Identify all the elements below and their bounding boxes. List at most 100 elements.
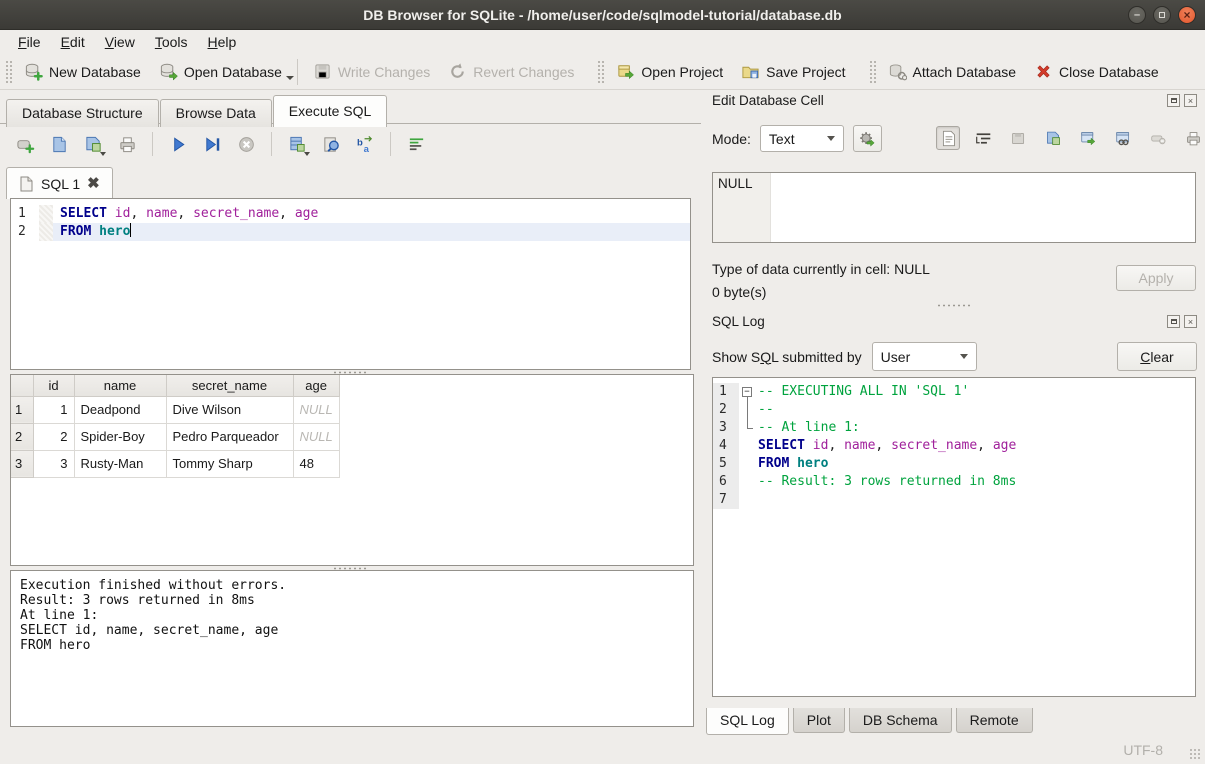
tab-execute-sql[interactable]: Execute SQL — [273, 95, 388, 127]
save-file-icon — [84, 135, 103, 154]
column-header-secret-name[interactable]: secret_name — [166, 375, 293, 396]
chevron-down-icon — [960, 354, 968, 359]
toolbar-grip[interactable] — [597, 60, 604, 84]
fold-collapse-icon[interactable]: − — [742, 387, 752, 397]
new-database-button[interactable]: New Database — [15, 58, 150, 85]
float-panel-icon[interactable] — [1167, 315, 1180, 328]
window-title: DB Browser for SQLite - /home/user/code/… — [363, 7, 841, 23]
close-tab-icon[interactable]: ✖ — [87, 176, 100, 191]
open-database-icon — [159, 62, 178, 81]
revert-changes-icon — [448, 62, 467, 81]
editor-line: 1SELECT id, name, secret_name, age — [11, 205, 690, 223]
menu-file[interactable]: File — [8, 32, 51, 52]
save-project-button[interactable]: Save Project — [732, 58, 854, 85]
log-filter-label: Show SQL submitted by — [712, 349, 862, 365]
encoding-indicator[interactable]: UTF-8 — [1123, 742, 1163, 758]
open-sql-file-button[interactable] — [48, 133, 70, 155]
open-project-button[interactable]: Open Project — [607, 58, 732, 85]
titlebar[interactable]: DB Browser for SQLite - /home/user/code/… — [0, 0, 1205, 30]
column-header-name[interactable]: name — [74, 375, 166, 396]
sql-editor[interactable]: 1SELECT id, name, secret_name, age2FROM … — [10, 198, 691, 370]
tab-browse-data[interactable]: Browse Data — [160, 99, 272, 127]
sql-log-view[interactable]: 1−-- EXECUTING ALL IN 'SQL 1'2--3-- At l… — [712, 377, 1196, 697]
mode-select[interactable]: Text — [760, 125, 844, 152]
row-header[interactable]: 3 — [11, 450, 33, 477]
menu-help[interactable]: Help — [198, 32, 247, 52]
maximize-button[interactable] — [1153, 6, 1171, 24]
sql-document-tab[interactable]: SQL 1 ✖ — [6, 167, 113, 199]
results-grid[interactable]: idnamesecret_nameage11DeadpondDive Wilso… — [10, 374, 694, 566]
open-database-button[interactable]: Open Database — [150, 58, 291, 85]
cell[interactable]: Tommy Sharp — [166, 450, 293, 477]
corner-header[interactable] — [11, 375, 33, 396]
write-changes-button: Write Changes — [304, 58, 439, 85]
cell[interactable]: 1 — [33, 396, 74, 423]
attach-database-button[interactable]: Attach Database — [879, 58, 1026, 85]
open-in-external-button[interactable] — [1076, 126, 1100, 150]
float-panel-icon[interactable] — [1167, 94, 1180, 107]
print-sql-button[interactable] — [116, 133, 138, 155]
cell[interactable]: NULL — [293, 396, 339, 423]
new-database-icon — [24, 62, 43, 81]
menu-edit[interactable]: Edit — [51, 32, 95, 52]
sql-log-panel-title: SQL Log — [712, 314, 765, 329]
print-cell-button[interactable] — [1181, 126, 1205, 150]
import-icon — [1010, 130, 1027, 147]
resize-grip[interactable] — [1189, 748, 1201, 760]
open-database-dropdown-icon[interactable] — [286, 76, 294, 80]
auto-switch-mode-button[interactable] — [853, 125, 882, 152]
export-data-button[interactable] — [1041, 126, 1065, 150]
close-panel-icon[interactable]: × — [1184, 315, 1197, 328]
table-row: 33Rusty-ManTommy Sharp48 — [11, 450, 339, 477]
toolbar-grip[interactable] — [5, 60, 12, 84]
format-sql-button[interactable] — [405, 133, 427, 155]
cell[interactable]: 3 — [33, 450, 74, 477]
splitter-handle[interactable] — [937, 303, 971, 308]
cell[interactable]: Pedro Parqueador — [166, 423, 293, 450]
cell-edit-area[interactable] — [771, 173, 1195, 242]
cell[interactable]: Dive Wilson — [166, 396, 293, 423]
cell-value-editor[interactable]: NULL — [712, 172, 1196, 243]
toolbar-grip[interactable] — [869, 60, 876, 84]
row-header[interactable]: 1 — [11, 396, 33, 423]
write-changes-icon — [313, 62, 332, 81]
execution-message-box[interactable]: Execution finished without errors.Result… — [10, 570, 694, 727]
close-button[interactable]: × — [1178, 6, 1196, 24]
find-button[interactable] — [320, 133, 342, 155]
word-wrap-button[interactable] — [971, 126, 995, 150]
menu-tools[interactable]: Tools — [145, 32, 198, 52]
cell[interactable]: Spider-Boy — [74, 423, 166, 450]
open-sql-tab-button[interactable] — [14, 133, 36, 155]
print-icon — [118, 135, 137, 154]
save-results-button[interactable] — [286, 133, 308, 155]
cell[interactable]: 2 — [33, 423, 74, 450]
toggle-case-button[interactable]: ba — [354, 133, 376, 155]
menu-view[interactable]: View — [95, 32, 145, 52]
tab-database-structure[interactable]: Database Structure — [6, 99, 159, 127]
column-header-age[interactable]: age — [293, 375, 339, 396]
sql-editor-toolbar: ba — [14, 132, 427, 156]
attach-database-icon — [888, 62, 907, 81]
log-filter-select[interactable]: User — [872, 342, 977, 371]
cell[interactable]: NULL — [293, 423, 339, 450]
column-header-id[interactable]: id — [33, 375, 74, 396]
clear-log-button[interactable]: Clear — [1117, 342, 1197, 371]
text-mode-button[interactable] — [936, 126, 960, 150]
chevron-down-icon — [827, 136, 835, 141]
copy-link-button[interactable] — [1111, 126, 1135, 150]
execute-sql-button[interactable] — [167, 133, 189, 155]
minimize-button[interactable]: – — [1128, 6, 1146, 24]
message-line: Execution finished without errors. — [20, 578, 684, 593]
row-header[interactable]: 2 — [11, 423, 33, 450]
cell[interactable]: Deadpond — [74, 396, 166, 423]
import-data-button — [1006, 126, 1030, 150]
close-panel-icon[interactable]: × — [1184, 94, 1197, 107]
save-project-icon — [741, 62, 760, 81]
save-sql-file-button[interactable] — [82, 133, 104, 155]
cell[interactable]: Rusty-Man — [74, 450, 166, 477]
document-icon — [19, 176, 34, 192]
open-project-icon — [616, 62, 635, 81]
close-database-button[interactable]: Close Database — [1025, 58, 1168, 85]
execute-current-line-button[interactable] — [201, 133, 223, 155]
cell[interactable]: 48 — [293, 450, 339, 477]
